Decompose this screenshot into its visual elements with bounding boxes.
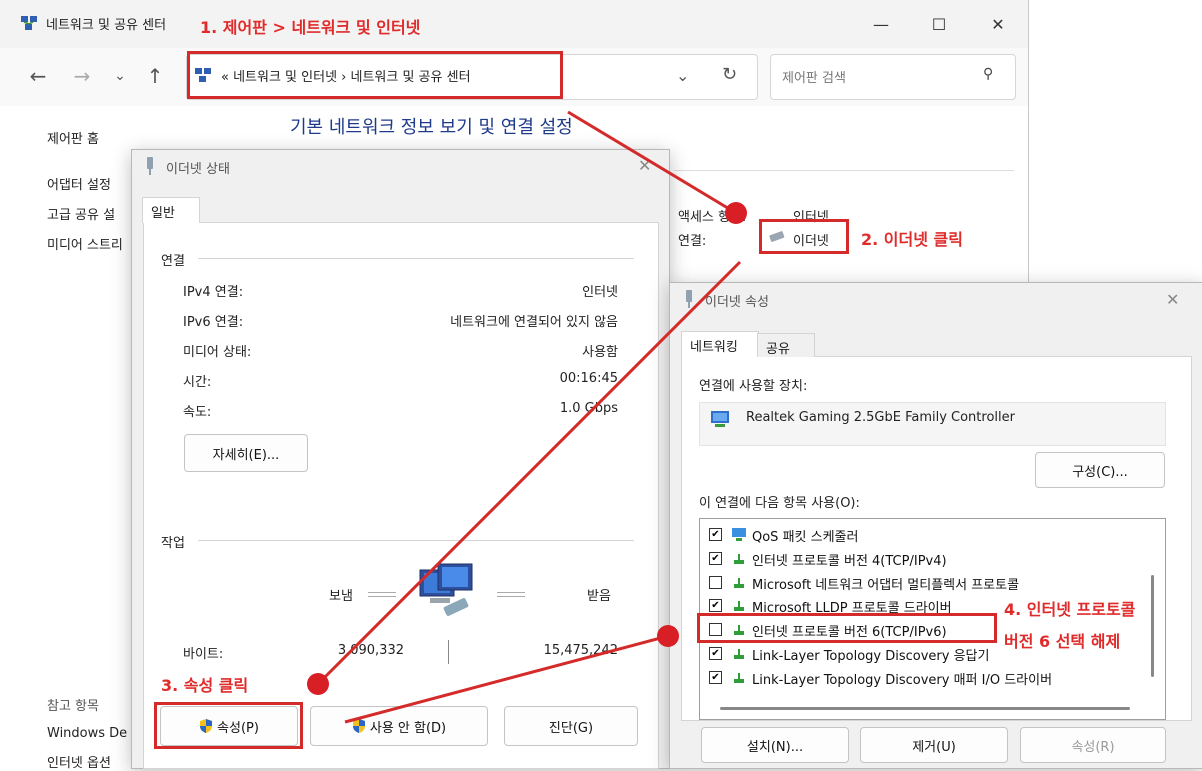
annotation-dot — [725, 202, 747, 224]
connector-line — [567, 110, 737, 215]
annotation-dot — [657, 625, 679, 647]
annotation-lines — [307, 110, 747, 724]
connector-line — [316, 260, 742, 686]
annotation-dot — [307, 673, 329, 695]
connector-line — [344, 634, 669, 724]
